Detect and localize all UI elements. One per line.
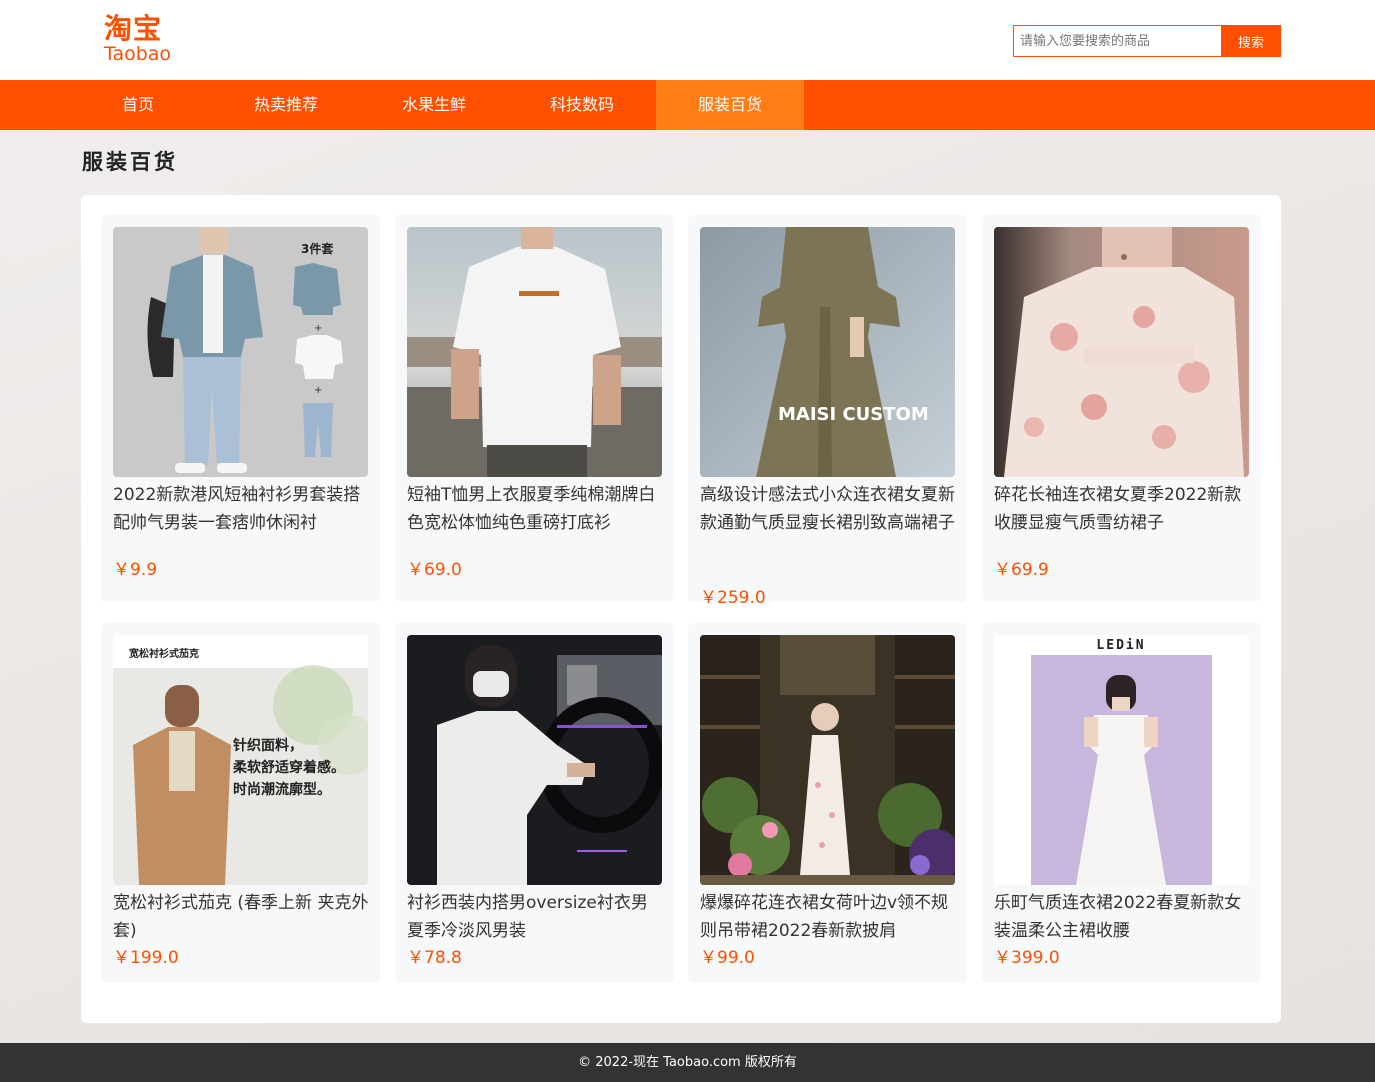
product-title[interactable]: 乐町气质连衣裙2022春夏新款女装温柔公主裙收腰: [994, 889, 1251, 945]
header: 淘宝 Taobao 搜索: [0, 0, 1375, 80]
product-price: ￥399.0: [994, 948, 1060, 968]
section-title: 服装百货: [82, 149, 178, 174]
product-price: ￥69.0: [407, 560, 462, 580]
product-card[interactable]: 宽松衬衫式茄克 针织面料， 柔软舒适穿着感。 时尚潮流廓型。 宽松衬衫式茄克 (…: [101, 623, 380, 983]
product-image[interactable]: LEDiN: [994, 635, 1249, 885]
logo-text-en: Taobao: [104, 43, 172, 65]
product-title[interactable]: 爆爆碎花连衣裙女荷叶边v领不规则吊带裙2022春新款披肩: [700, 889, 957, 945]
product-image[interactable]: 宽松衬衫式茄克 针织面料， 柔软舒适穿着感。 时尚潮流廓型。: [113, 635, 368, 885]
product-price: ￥259.0: [700, 588, 766, 608]
nav-item-hot[interactable]: 热卖推荐: [212, 80, 360, 130]
svg-text:+: +: [314, 323, 322, 334]
main-nav: 首页 热卖推荐 水果生鲜 科技数码 服装百货: [0, 80, 1375, 130]
product-title[interactable]: 短袖T恤男上衣服夏季纯棉潮牌白色宽松体恤纯色重磅打底衫: [407, 481, 664, 537]
product-image[interactable]: [407, 635, 662, 885]
image-line-1: 针织面料，: [232, 737, 303, 754]
product-price: ￥199.0: [113, 948, 179, 968]
image-badge-text: 3件套: [301, 241, 334, 256]
product-panel: 3件套 + + 2022新款港风短袖衬衫男套装搭配帅气男装一套痞帅休闲衬 ￥9.…: [81, 195, 1281, 1023]
product-title[interactable]: 2022新款港风短袖衬衫男套装搭配帅气男装一套痞帅休闲衬: [113, 481, 370, 537]
nav-item-home[interactable]: 首页: [64, 80, 212, 130]
image-caption-text: MAISI CUSTOM: [778, 404, 929, 425]
search-input[interactable]: [1013, 25, 1221, 57]
product-card[interactable]: 碎花长袖连衣裙女夏季2022新款收腰显瘦气质雪纺裙子 ￥69.9: [982, 215, 1261, 602]
image-header-text: 宽松衬衫式茄克: [128, 647, 199, 660]
product-image[interactable]: [407, 227, 662, 477]
product-card[interactable]: 爆爆碎花连衣裙女荷叶边v领不规则吊带裙2022春新款披肩 ￥99.0: [688, 623, 967, 983]
product-image[interactable]: [994, 227, 1249, 477]
footer: © 2022-现在 Taobao.com 版权所有: [0, 1043, 1375, 1082]
product-title[interactable]: 衬衫西装内搭男oversize衬衣男夏季冷淡风男装: [407, 889, 664, 945]
nav-item-tech[interactable]: 科技数码: [508, 80, 656, 130]
product-price: ￥9.9: [113, 560, 158, 580]
search-button[interactable]: 搜索: [1221, 25, 1281, 57]
product-image[interactable]: 3件套 + +: [113, 227, 368, 477]
taobao-logo[interactable]: 淘宝 Taobao: [104, 12, 184, 68]
image-line-2: 柔软舒适穿着感。: [232, 759, 345, 776]
product-card[interactable]: 3件套 + + 2022新款港风短袖衬衫男套装搭配帅气男装一套痞帅休闲衬 ￥9.…: [101, 215, 380, 602]
product-image[interactable]: [700, 635, 955, 885]
product-title[interactable]: 宽松衬衫式茄克 (春季上新 夹克外套): [113, 889, 370, 945]
product-card[interactable]: 衬衫西装内搭男oversize衬衣男夏季冷淡风男装 ￥78.8: [395, 623, 674, 983]
product-card[interactable]: MAISI CUSTOM 高级设计感法式小众连衣裙女夏新款通勤气质显瘦长裙别致高…: [688, 215, 967, 608]
search-bar: 搜索: [1013, 25, 1281, 57]
image-brand-text: LEDiN: [1096, 638, 1145, 653]
product-price: ￥99.0: [700, 948, 755, 968]
product-image[interactable]: MAISI CUSTOM: [700, 227, 955, 477]
product-title[interactable]: 碎花长袖连衣裙女夏季2022新款收腰显瘦气质雪纺裙子: [994, 481, 1251, 537]
product-card[interactable]: LEDiN 乐町气质连衣裙2022春夏新款女装温柔公主裙收腰 ￥399.0: [982, 623, 1261, 983]
product-price: ￥69.9: [994, 560, 1049, 580]
logo-text-cn: 淘宝: [104, 12, 163, 45]
nav-item-fruit[interactable]: 水果生鲜: [360, 80, 508, 130]
image-line-3: 时尚潮流廓型。: [233, 781, 331, 798]
product-title[interactable]: 高级设计感法式小众连衣裙女夏新款通勤气质显瘦长裙别致高端裙子: [700, 481, 957, 537]
product-card[interactable]: 短袖T恤男上衣服夏季纯棉潮牌白色宽松体恤纯色重磅打底衫 ￥69.0: [395, 215, 674, 602]
nav-item-clothing[interactable]: 服装百货: [656, 80, 804, 130]
svg-text:+: +: [314, 385, 322, 396]
product-price: ￥78.8: [407, 948, 462, 968]
